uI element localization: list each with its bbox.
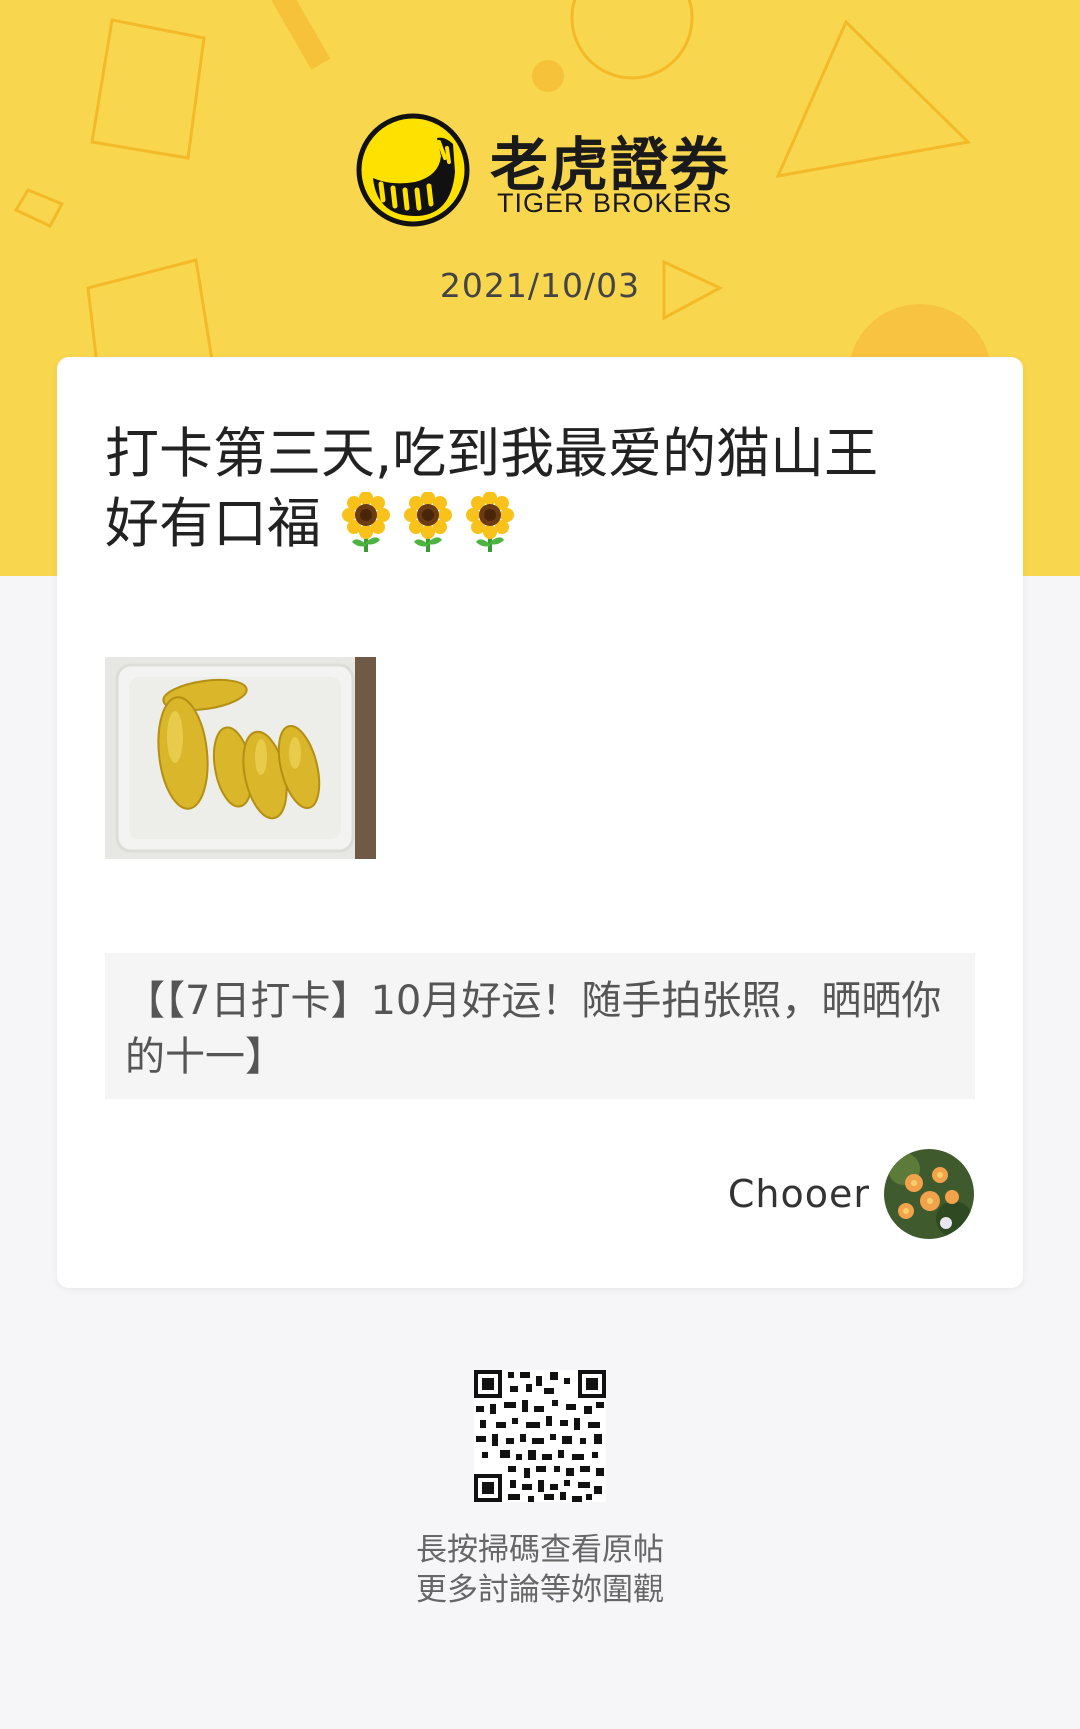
qr-code (474, 1370, 606, 1502)
post-date: 2021/10/03 (439, 266, 641, 305)
post-photo[interactable] (105, 657, 376, 859)
post-card[interactable]: 打卡第三天,吃到我最爱的猫山王 好有口福 【【7日打卡】10月好运！随手拍张照，… (57, 357, 1023, 1288)
topic-link[interactable]: 【【7日打卡】10月好运！随手拍张照，晒晒你的十一】 (105, 953, 975, 1099)
brand-logo: 老虎證券 TIGER BROKERS (355, 112, 731, 228)
durian-photo (105, 657, 376, 859)
post-title: 打卡第三天,吃到我最爱的猫山王 好有口福 (105, 419, 965, 559)
post-title-line-2-text: 好有口福 (105, 492, 321, 555)
sunflower-icon (466, 492, 515, 552)
author-name[interactable]: Chooer (728, 1172, 870, 1216)
sunflower-icon (342, 492, 391, 552)
footer-hint: 長按掃碼查看原帖 更多討論等妳圍觀 (0, 1530, 1080, 1610)
avatar-image (884, 1149, 974, 1239)
sunflower-icon (404, 492, 453, 552)
footer-line-1: 長按掃碼查看原帖 (416, 1532, 664, 1568)
post-title-line-2: 好有口福 (105, 489, 965, 559)
post-title-line-1: 打卡第三天,吃到我最爱的猫山王 (105, 422, 879, 485)
tiger-logo-icon (356, 113, 470, 227)
footer-line-2: 更多討論等妳圍觀 (416, 1572, 664, 1608)
avatar[interactable] (884, 1149, 974, 1239)
brand-name-en: TIGER BROKERS (497, 188, 733, 218)
